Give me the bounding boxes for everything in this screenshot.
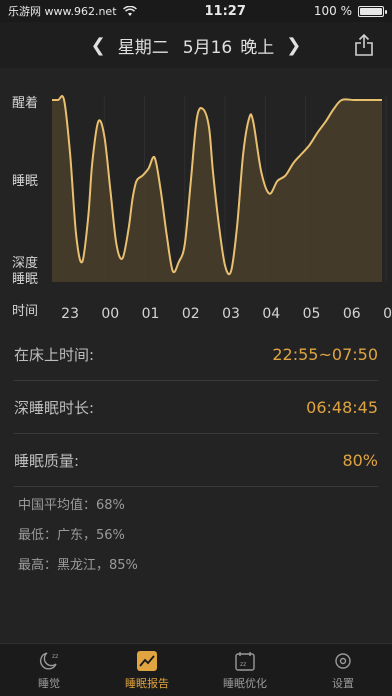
quality-value: 80% [342,450,378,470]
tab-settings[interactable]: 设置 [294,644,392,696]
highest-region: 最高：黑龙江，85% [18,558,138,573]
national-average: 中国平均值：68% [18,498,125,513]
tab-sleep[interactable]: zz 睡觉 [0,644,98,696]
settings-icon [335,652,351,669]
x-tick-label: 03 [222,306,240,322]
battery-text: 100 % [313,4,352,18]
tab-sleep-report[interactable]: 睡眠报告 [98,644,196,696]
bed-time-label: 在床上时间: [14,345,95,364]
quality-label: 睡眠质量: [14,451,80,470]
status-bar: 乐游网 www.962.net 11:27 100 % [0,0,392,22]
x-tick-label: 23 [61,306,79,322]
tab-label: 睡觉 [38,676,60,690]
period-label: 晚上 [240,37,275,58]
deep-sleep-label: 深睡眠时长: [14,398,95,417]
quality-comparison: 中国平均值：68% 最低：广东，56% 最高：黑龙江，85% [14,487,378,581]
deep-sleep-value: 06:48:45 [306,397,378,417]
x-tick-label: 05 [303,306,321,322]
bed-time-value: 22:55~07:50 [272,344,378,364]
quality-row: 睡眠质量: 80% [14,434,378,487]
date-label: 5月16 [182,37,233,58]
tab-label: 睡眠优化 [223,676,267,690]
date-navigator: ❮ 星期二 5月16 晚上 ❯ [87,33,306,58]
report-chart-icon [137,650,157,671]
moon-zz-icon: zz [39,651,58,670]
status-time: 11:27 [204,3,246,19]
chevron-right-icon[interactable]: ❯ [282,35,305,56]
x-tick-label: 06 [343,306,361,322]
x-tick-label: 01 [142,306,160,322]
date-header: ❮ 星期二 5月16 晚上 ❯ [0,22,392,68]
tab-sleep-optimize[interactable]: zz 睡眠优化 [196,644,294,696]
tab-label: 设置 [332,676,354,690]
weekday-label: 星期二 [117,37,169,58]
x-tick-label: 02 [182,306,200,322]
wifi-icon [122,5,137,16]
battery-icon [357,5,387,17]
tab-label: 睡眠报告 [125,676,169,690]
status-left: 乐游网 www.962.net [8,3,137,19]
x-tick-label: 07 [383,306,392,322]
sleep-chart: 醒着 睡眠 深度 睡眠 时间 230001020304050607 [0,68,392,328]
x-tick-label: 00 [101,306,119,322]
svg-text:zz: zz [52,653,58,660]
sleep-chart-plot: 23 00 01 02 03 04 05 06 07 [51,95,392,322]
svg-text:zz: zz [240,661,246,668]
lowest-region: 最低：广东，56% [18,528,125,543]
chevron-left-icon[interactable]: ❮ [87,35,110,56]
status-right: 100 % [313,4,387,18]
x-tick-label: 04 [262,306,280,322]
tab-bar: zz 睡觉 睡眠报告 zz 睡眠优化 设置 [0,643,392,696]
bed-time-row: 在床上时间: 22:55~07:50 [14,328,378,381]
calendar-zz-icon: zz [235,651,255,671]
stats-section: 在床上时间: 22:55~07:50 深睡眠时长: 06:48:45 睡眠质量:… [0,328,392,581]
deep-sleep-row: 深睡眠时长: 06:48:45 [14,381,378,434]
carrier-text: 乐游网 www.962.net [8,5,117,18]
share-icon[interactable] [354,33,374,57]
